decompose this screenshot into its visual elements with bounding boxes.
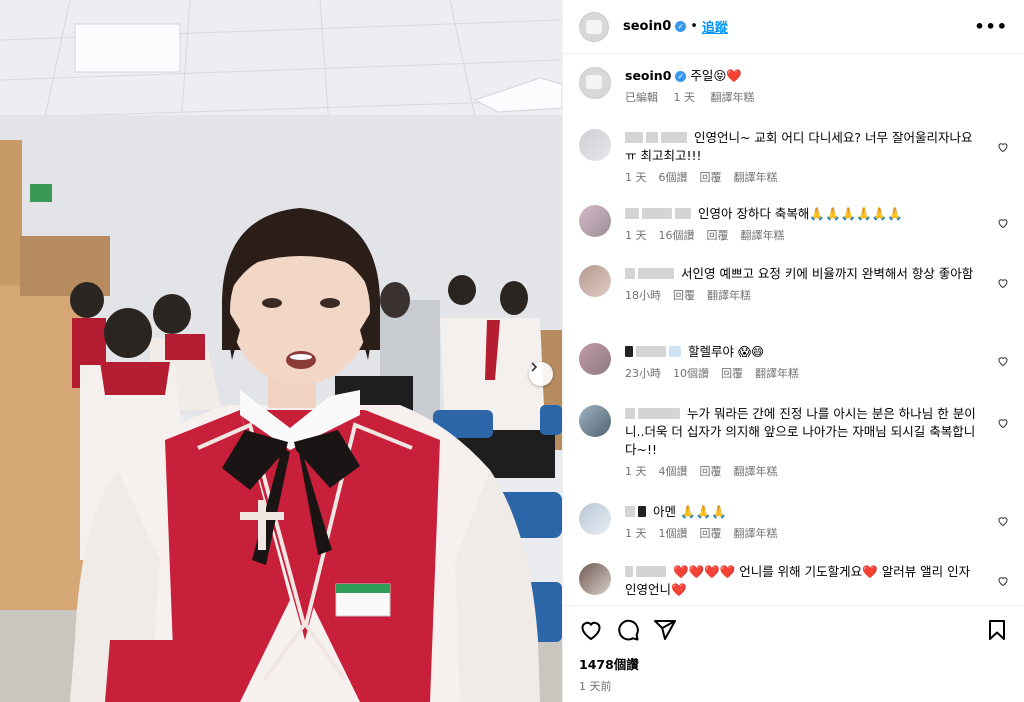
list-item: 인영아 장하다 축복해🙏🙏🙏🙏🙏🙏 1 天 16個讚 回覆 翻譯年糕: [579, 205, 1009, 265]
redacted-username: [625, 346, 633, 357]
heart-icon[interactable]: [997, 417, 1009, 429]
redacted-username: [675, 208, 691, 219]
bookmark-icon[interactable]: [985, 618, 1009, 642]
heart-icon[interactable]: [997, 217, 1009, 229]
translate-link[interactable]: 翻譯年糕: [711, 91, 755, 104]
post-header: seoin0 ✓ • 追蹤 •••: [563, 0, 1024, 54]
comment-text: 인영아 장하다 축복해🙏🙏🙏🙏🙏🙏: [697, 206, 903, 221]
share-icon[interactable]: [653, 618, 677, 642]
redacted-username: [625, 132, 643, 143]
post-photo[interactable]: [0, 0, 562, 702]
redacted-username: [638, 268, 674, 279]
comment-time: 23小時: [625, 367, 661, 380]
comment-text: ❤️❤️❤️❤️ 언니를 위해 기도할게요❤️ 알러뷰 앨리 인자 인영언니❤️: [625, 564, 971, 597]
redacted-username: [625, 506, 635, 517]
list-item: ❤️❤️❤️❤️ 언니를 위해 기도할게요❤️ 알러뷰 앨리 인자 인영언니❤️: [579, 563, 1009, 605]
avatar[interactable]: [579, 503, 611, 535]
follow-button[interactable]: 追蹤: [702, 17, 728, 36]
translate-link[interactable]: 翻譯年糕: [734, 171, 778, 184]
comment-likes[interactable]: 6個讚: [659, 171, 688, 184]
edited-label: 已編輯: [625, 91, 658, 104]
comment-text: 아멘 🙏🙏🙏: [652, 504, 727, 519]
next-photo-button[interactable]: [529, 362, 553, 386]
caption-username[interactable]: seoin0: [625, 68, 671, 83]
post-side-panel: seoin0 ✓ • 追蹤 ••• seoin0 ✓ 주일😝❤️ 已編輯 1 天 …: [562, 0, 1024, 702]
like-count[interactable]: 1478個讚: [579, 654, 1009, 673]
list-item: 인영언니~ 교회 어디 다니세요? 너무 잘어울리자나요ㅠ 최고최고!!! 1 …: [579, 129, 1009, 205]
comment-time: 1 天: [625, 527, 647, 540]
author-username[interactable]: seoin0: [623, 19, 671, 34]
photo-illustration: [0, 0, 562, 702]
comment-time: 18小時: [625, 289, 661, 302]
redacted-username: [669, 346, 681, 357]
redacted-username: [646, 132, 658, 143]
avatar[interactable]: [579, 563, 611, 595]
redacted-username: [642, 208, 672, 219]
list-item: 할렐루야 😱😄 23小時 10個讚 回覆 翻譯年糕: [579, 343, 1009, 405]
translate-link[interactable]: 翻譯年糕: [741, 229, 785, 242]
heart-icon[interactable]: [997, 355, 1009, 367]
comment-likes[interactable]: 1個讚: [659, 527, 688, 540]
post-time: 1 天前: [579, 680, 612, 693]
comment-time: 1 天: [625, 229, 647, 242]
reply-button[interactable]: 回覆: [673, 289, 695, 302]
translate-link[interactable]: 翻譯年糕: [734, 527, 778, 540]
heart-icon[interactable]: [997, 277, 1009, 289]
redacted-username: [636, 346, 666, 357]
post-actions: 1478個讚 1 天前: [563, 605, 1024, 702]
heart-icon[interactable]: [997, 141, 1009, 153]
comment-time: 1 天: [625, 465, 647, 478]
translate-link[interactable]: 翻譯年糕: [755, 367, 799, 380]
heart-icon[interactable]: [997, 515, 1009, 527]
heart-icon[interactable]: [579, 618, 603, 642]
more-icon[interactable]: •••: [974, 17, 1008, 36]
avatar[interactable]: [579, 129, 611, 161]
header-separator: •: [690, 19, 698, 34]
verified-badge-icon: ✓: [675, 71, 687, 82]
translate-link[interactable]: 翻譯年糕: [734, 465, 778, 478]
avatar[interactable]: [579, 11, 609, 42]
redacted-username: [661, 132, 687, 143]
heart-icon[interactable]: [997, 575, 1009, 587]
redacted-username: [638, 408, 680, 419]
redacted-username: [638, 506, 646, 517]
redacted-username: [625, 268, 635, 279]
list-item: 서인영 예쁘고 요정 키에 비율까지 완벽해서 항상 좋아함 18小時 回覆 翻譯年…: [579, 265, 1009, 343]
avatar[interactable]: [579, 343, 611, 375]
redacted-username: [636, 566, 666, 577]
chevron-right-icon: [531, 362, 538, 372]
avatar[interactable]: [579, 265, 611, 297]
list-item: 누가 뭐라든 간에 진정 나를 아시는 분은 하나님 한 분이니..더욱 더 십…: [579, 405, 1009, 503]
comment-text: 서인영 예쁘고 요정 키에 비율까지 완벽해서 항상 좋아함: [680, 266, 974, 281]
avatar[interactable]: [579, 405, 611, 437]
comments-list[interactable]: seoin0 ✓ 주일😝❤️ 已編輯 1 天 翻譯年糕 인영언니~ 교회 어디 다…: [563, 55, 1024, 605]
reply-button[interactable]: 回覆: [707, 229, 729, 242]
redacted-username: [625, 208, 639, 219]
reply-button[interactable]: 回覆: [721, 367, 743, 380]
caption-time: 1 天: [673, 91, 696, 104]
reply-button[interactable]: 回覆: [700, 527, 722, 540]
redacted-username: [625, 566, 633, 577]
verified-badge-icon: ✓: [675, 21, 687, 32]
comment-time: 1 天: [625, 171, 647, 184]
list-item: 아멘 🙏🙏🙏 1 天 1個讚 回覆 翻譯年糕: [579, 503, 1009, 563]
comment-icon[interactable]: [616, 618, 640, 642]
caption: seoin0 ✓ 주일😝❤️ 已編輯 1 天 翻譯年糕: [579, 67, 1009, 129]
avatar[interactable]: [579, 205, 611, 237]
comment-text: 할렐루야 😱😄: [687, 344, 765, 359]
translate-link[interactable]: 翻譯年糕: [707, 289, 751, 302]
comment-likes[interactable]: 10個讚: [673, 367, 709, 380]
caption-text: 주일😝❤️: [690, 68, 742, 83]
reply-button[interactable]: 回覆: [700, 465, 722, 478]
avatar[interactable]: [579, 67, 611, 99]
comment-likes[interactable]: 16個讚: [659, 229, 695, 242]
comment-likes[interactable]: 4個讚: [659, 465, 688, 478]
redacted-username: [625, 408, 635, 419]
reply-button[interactable]: 回覆: [700, 171, 722, 184]
